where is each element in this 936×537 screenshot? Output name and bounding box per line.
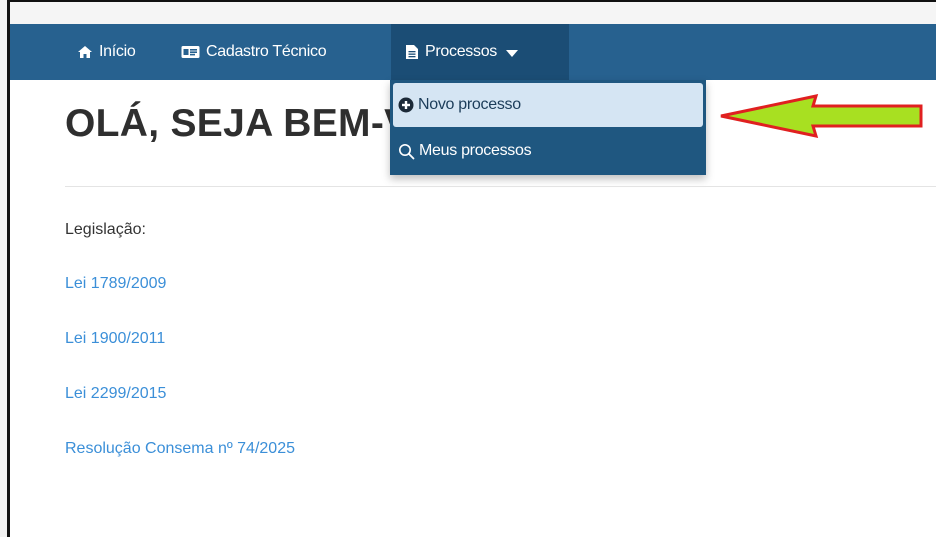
law-link[interactable]: Resolução Consema nº 74/2025 (65, 440, 295, 458)
plus-circle-icon (398, 97, 414, 113)
dropdown-item-meus-label: Meus processos (419, 142, 532, 159)
nav-item-cadastro-label: Cadastro Técnico (206, 43, 327, 60)
nav-item-inicio-label: Início (99, 43, 136, 60)
dropdown-item-novo-processo[interactable]: Novo processo (393, 83, 703, 127)
frame-top-bar (10, 0, 936, 24)
home-icon (77, 45, 93, 59)
law-link[interactable]: Lei 1900/2011 (65, 330, 165, 348)
page-title-container: OLÁ, SEJA BEM-VINDO (65, 95, 390, 155)
annotation-arrow (720, 94, 923, 138)
page-title: OLÁ, SEJA BEM-VINDO (65, 102, 390, 145)
top-navbar: Início Cadastro Técnico Processos (10, 24, 936, 80)
processos-dropdown-menu: Novo processo Meus processos (390, 80, 706, 175)
law-link[interactable]: Lei 2299/2015 (65, 385, 166, 403)
dropdown-item-novo-label: Novo processo (418, 96, 521, 113)
nav-item-processos-dropdown[interactable]: Processos (391, 24, 569, 80)
law-link[interactable]: Lei 1789/2009 (65, 275, 166, 293)
dropdown-item-meus-processos[interactable]: Meus processos (393, 129, 703, 173)
caret-down-icon (506, 49, 518, 57)
nav-item-cadastro-tecnico[interactable]: Cadastro Técnico (181, 24, 327, 80)
frame-left-border (0, 0, 10, 537)
title-divider (65, 186, 936, 187)
browser-frame: Início Cadastro Técnico Processos OLÁ, S… (0, 0, 936, 537)
legislacao-label: Legislação: (65, 221, 146, 238)
file-text-icon (405, 44, 419, 60)
nav-item-processos-label: Processos (425, 43, 497, 60)
nav-item-inicio[interactable]: Início (77, 24, 136, 80)
search-icon (398, 143, 415, 160)
id-card-icon (181, 45, 200, 59)
